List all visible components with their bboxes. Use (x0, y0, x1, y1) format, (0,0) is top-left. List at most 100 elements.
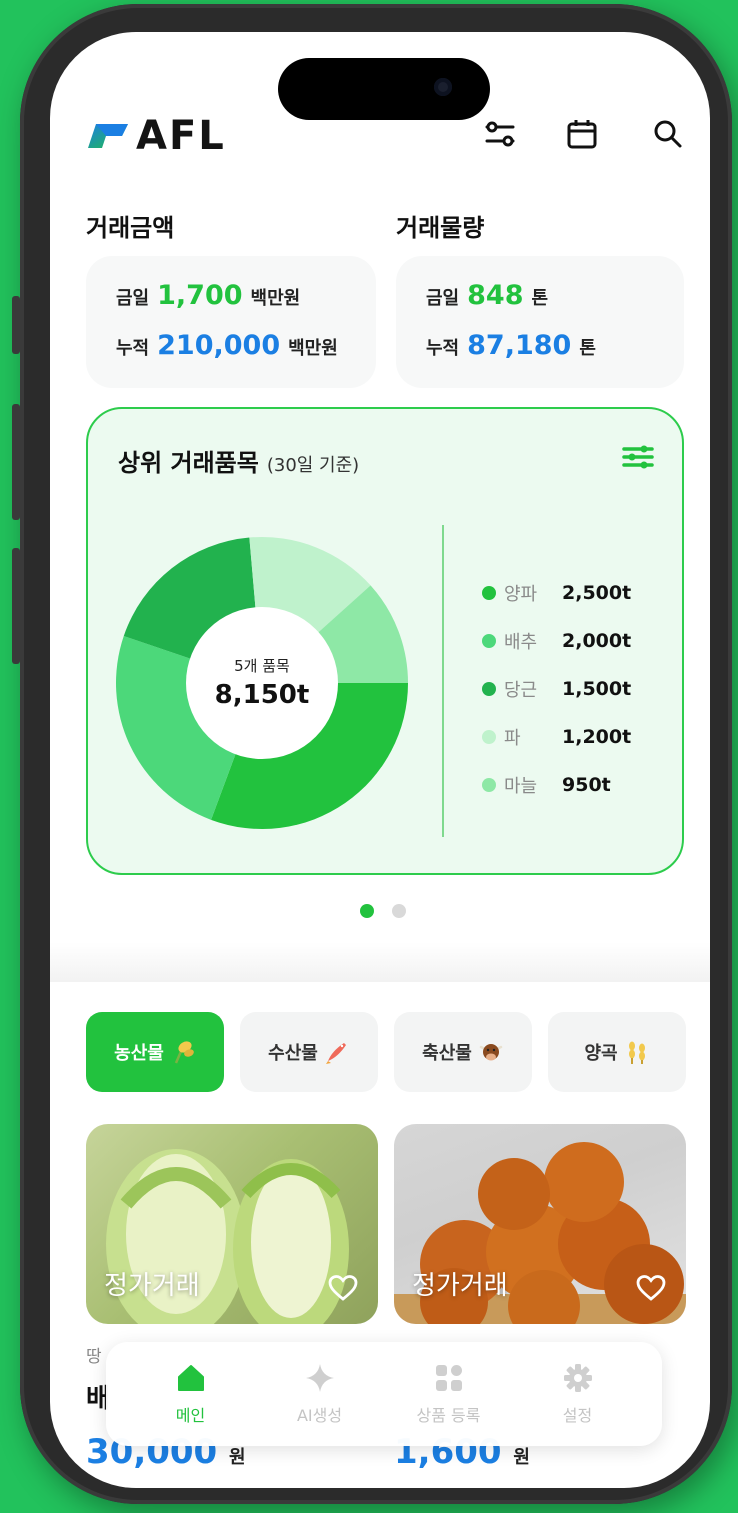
price-unit: 원 (229, 1447, 246, 1468)
settings-toggle-icon[interactable] (620, 439, 656, 475)
product-tag: 정가거래 (104, 1271, 200, 1301)
price-unit: 원 (513, 1447, 530, 1468)
volume-today-value: 848 (467, 280, 524, 311)
nav-item-register[interactable]: 상품 등록 (394, 1362, 504, 1426)
legend-dot (482, 778, 496, 792)
product-origin: 땅 (86, 1347, 102, 1367)
volume-total-value: 87,180 (467, 330, 572, 361)
calendar-icon[interactable] (560, 112, 604, 156)
nav-label: 메인 (175, 1406, 206, 1425)
legend-name: 양파 (504, 584, 538, 605)
camera-icon (434, 78, 452, 96)
stat-label: 누적 (426, 338, 460, 359)
legend-item: 양파 2,500t (482, 569, 631, 617)
nav-item-main[interactable]: 메인 (136, 1362, 246, 1426)
category-tab-grain[interactable]: 양곡 (548, 1012, 686, 1092)
stat-unit: 톤 (531, 288, 549, 309)
donut-center-value: 8,150t (215, 680, 310, 710)
amount-total-row: 누적 210,000 백만원 (116, 330, 376, 374)
nav-label: 상품 등록 (416, 1406, 481, 1425)
legend-item: 배추 2,000t (482, 617, 631, 665)
legend-value: 1,500t (562, 678, 632, 700)
category-label: 농산물 (114, 1043, 164, 1064)
stat-label: 금일 (426, 288, 460, 309)
category-tabs: 농산물 수산물 축산물 양곡 (86, 1012, 686, 1092)
bottom-nav: 메인 AI생성 상품 등록 설정 (106, 1342, 662, 1446)
nav-item-settings[interactable]: 설정 (523, 1362, 633, 1426)
rice-icon (174, 1041, 194, 1064)
category-label: 수산물 (268, 1043, 318, 1064)
category-tab-seafood[interactable]: 수산물 (240, 1012, 378, 1092)
legend-dot (482, 634, 496, 648)
stat-label: 누적 (116, 338, 150, 359)
legend-item: 마늘 950t (482, 761, 631, 809)
app-logo[interactable]: AFL (86, 113, 226, 159)
category-label: 양곡 (584, 1043, 618, 1064)
app-screen: AFL 거래금액 거래물량 금일 1,700 백만원 누적 210,000 백만… (50, 32, 710, 1488)
pager[interactable] (360, 904, 406, 918)
legend-item: 파 1,200t (482, 713, 631, 761)
legend-name: 배추 (504, 632, 538, 653)
heart-icon[interactable] (328, 1274, 358, 1302)
pager-dot-active[interactable] (360, 904, 374, 918)
chart-legend: 양파 2,500t 배추 2,000t 당근 1,500t 파 1,200t 마늘 950t (482, 569, 631, 809)
fish-icon (325, 1043, 346, 1064)
amount-card[interactable]: 금일 1,700 백만원 누적 210,000 백만원 (86, 256, 376, 388)
grid-icon (435, 1365, 462, 1391)
section-divider (50, 942, 710, 982)
nav-item-ai[interactable]: AI생성 (265, 1362, 375, 1426)
legend-item: 당근 1,500t (482, 665, 631, 713)
amount-title: 거래금액 (86, 214, 175, 242)
stat-unit: 백만원 (288, 338, 338, 359)
dynamic-island (278, 58, 490, 120)
volume-title: 거래물량 (396, 214, 485, 242)
volume-total-row: 누적 87,180 톤 (426, 330, 684, 374)
home-icon (177, 1365, 204, 1391)
logo-mark-icon (88, 124, 128, 148)
legend-value: 950t (562, 774, 611, 796)
amount-today-row: 금일 1,700 백만원 (116, 280, 376, 324)
chart-subtitle: (30일 기준) (266, 455, 360, 476)
legend-value: 2,500t (562, 582, 632, 604)
phone-side-button (12, 296, 20, 354)
product-tag: 정가거래 (412, 1271, 508, 1301)
stat-unit: 톤 (579, 338, 596, 359)
chart-header: 상위 거래품목 (30일 기준) (118, 443, 359, 478)
cow-icon (479, 1044, 503, 1061)
legend-value: 1,200t (562, 726, 632, 748)
phone-side-button (12, 548, 20, 664)
nav-label: 설정 (562, 1406, 593, 1425)
grain-icon (628, 1041, 645, 1064)
chart-divider (442, 525, 444, 837)
filter-icon[interactable] (478, 112, 522, 156)
sparkle-icon (305, 1364, 334, 1392)
volume-card[interactable]: 금일 848 톤 누적 87,180 톤 (396, 256, 684, 388)
logo-text: AFL (136, 113, 226, 159)
legend-name: 당근 (504, 680, 538, 701)
search-icon[interactable] (646, 112, 690, 156)
legend-value: 2,000t (562, 630, 632, 652)
pager-dot[interactable] (392, 904, 406, 918)
top-items-card[interactable]: 상위 거래품목 (30일 기준) 5개 품목 8,150t 양파 2,500t 배추… (86, 407, 684, 875)
amount-total-value: 210,000 (157, 330, 281, 361)
product-card-cabbage[interactable]: 정가거래 (86, 1124, 378, 1324)
heart-icon[interactable] (636, 1274, 666, 1302)
donut-chart: 5개 품목 8,150t (116, 537, 408, 829)
gear-icon (563, 1364, 592, 1392)
legend-dot (482, 586, 496, 600)
stat-unit: 백만원 (250, 288, 301, 309)
amount-today-value: 1,700 (157, 280, 243, 311)
phone-side-button (12, 404, 20, 520)
legend-dot (482, 682, 496, 696)
nav-label: AI생성 (296, 1406, 343, 1425)
legend-name: 파 (504, 728, 521, 749)
product-card-onion[interactable]: 정가거래 (394, 1124, 686, 1324)
category-tab-agriculture[interactable]: 농산물 (86, 1012, 224, 1092)
category-tab-livestock[interactable]: 축산물 (394, 1012, 532, 1092)
legend-dot (482, 730, 496, 744)
volume-today-row: 금일 848 톤 (426, 280, 684, 324)
category-label: 축산물 (422, 1043, 472, 1064)
stat-label: 금일 (116, 288, 150, 309)
legend-name: 마늘 (504, 776, 538, 797)
chart-title: 상위 거래품목 (118, 449, 259, 477)
